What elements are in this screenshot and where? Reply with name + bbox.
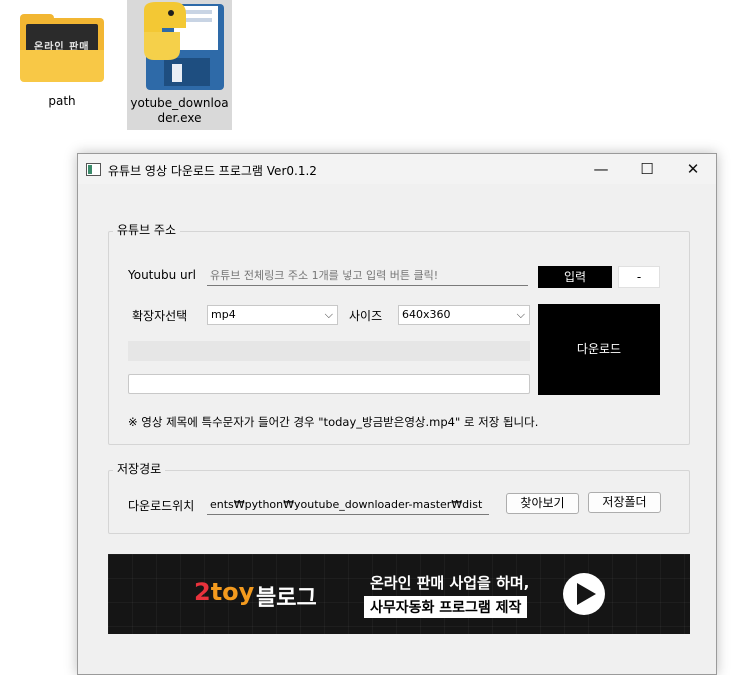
desktop-exe-youtube-downloader[interactable]: yotube_downloa der.exe xyxy=(127,0,232,130)
open-folder-button[interactable]: 저장폴더 xyxy=(588,492,661,513)
banner-line2: 사무자동화 프로그램 제작 xyxy=(364,596,528,618)
exe-label-line2: der.exe xyxy=(157,111,202,125)
dash-button[interactable]: - xyxy=(618,266,660,288)
maximize-button[interactable]: ☐ xyxy=(624,154,670,184)
extension-select[interactable]: mp4 ⌵ xyxy=(207,305,338,325)
desktop-folder-path[interactable]: 온라인 판매 path xyxy=(14,10,110,109)
download-button[interactable]: 다운로드 xyxy=(538,304,660,395)
close-button[interactable]: ✕ xyxy=(670,154,716,184)
chevron-down-icon: ⌵ xyxy=(516,308,525,321)
youtube-address-legend: 유튜브 주소 xyxy=(113,221,181,238)
blog-banner[interactable]: 2toy 블로그 온라인 판매 사업을 하며, 사무자동화 프로그램 제작 xyxy=(108,554,690,634)
size-label: 사이즈 xyxy=(349,309,383,323)
window-title: 유튜브 영상 다운로드 프로그램 Ver0.1.2 xyxy=(108,164,317,178)
progress-bar xyxy=(128,374,530,394)
extension-label: 확장자선택 xyxy=(132,309,188,323)
url-input[interactable] xyxy=(207,266,528,286)
exe-label-line1: yotube_downloa xyxy=(130,96,229,110)
url-label: Youtubu url xyxy=(128,268,196,282)
progress-bar-top xyxy=(128,341,530,361)
size-select-value: 640x360 xyxy=(402,308,451,321)
save-path-legend: 저장경로 xyxy=(113,460,166,477)
banner-line1: 온라인 판매 사업을 하며, xyxy=(370,574,530,592)
input-button[interactable]: 입력 xyxy=(538,266,612,288)
download-location-label: 다운로드위치 xyxy=(128,499,195,513)
app-icon xyxy=(86,163,101,176)
title-bar[interactable]: 유튜브 영상 다운로드 프로그램 Ver0.1.2 — ☐ ✕ xyxy=(78,154,716,184)
minimize-button[interactable]: — xyxy=(578,154,624,184)
folder-icon: 온라인 판매 xyxy=(20,14,104,82)
notice-text: ※ 영상 제목에 특수문자가 들어간 경우 "today_방금받은영상.mp4"… xyxy=(128,415,539,429)
download-location-input[interactable] xyxy=(207,495,489,515)
extension-select-value: mp4 xyxy=(211,308,236,321)
folder-label: path xyxy=(48,94,76,108)
banner-brand: 2toy xyxy=(194,578,255,606)
browse-button[interactable]: 찾아보기 xyxy=(506,493,579,514)
size-select[interactable]: 640x360 ⌵ xyxy=(398,305,530,325)
python-exe-icon xyxy=(134,0,226,92)
play-icon[interactable] xyxy=(563,573,605,615)
banner-blog-text: 블로그 xyxy=(256,586,317,611)
app-window: 유튜브 영상 다운로드 프로그램 Ver0.1.2 — ☐ ✕ 유튜브 주소 Y… xyxy=(77,153,717,675)
chevron-down-icon: ⌵ xyxy=(324,308,333,321)
